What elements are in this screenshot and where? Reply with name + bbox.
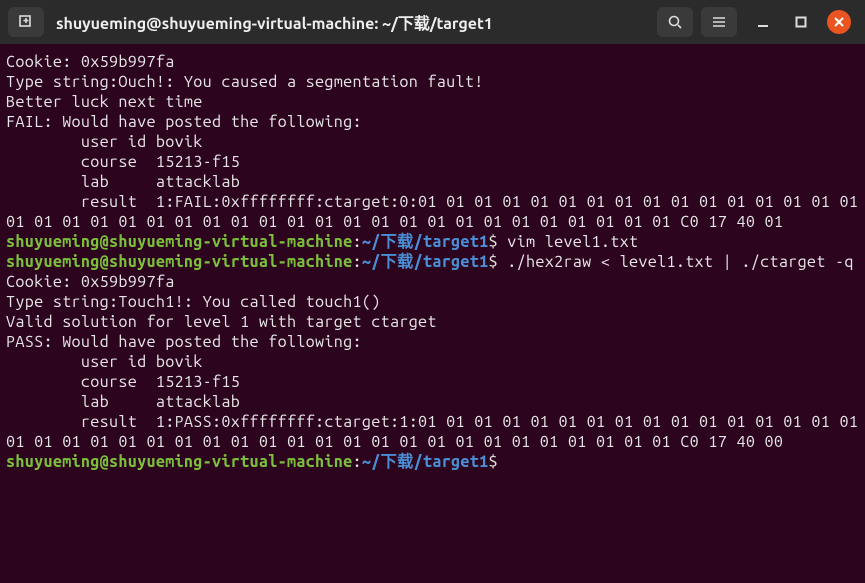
prompt-sep: : bbox=[353, 233, 362, 251]
output-line: lab attacklab bbox=[6, 393, 240, 411]
prompt-path: ~/下载/target1 bbox=[362, 453, 489, 471]
window-controls bbox=[745, 10, 857, 34]
command-text: ./hex2raw < level1.txt | ./ctarget -q bbox=[498, 253, 854, 271]
window-title: shuyueming@shuyueming-virtual-machine: ~… bbox=[52, 10, 649, 34]
search-button[interactable] bbox=[657, 7, 693, 37]
minimize-button[interactable] bbox=[751, 10, 775, 34]
prompt-sep: : bbox=[353, 453, 362, 471]
output-line: Type string:Touch1!: You called touch1() bbox=[6, 293, 381, 311]
prompt-path: ~/下载/target1 bbox=[362, 233, 489, 251]
maximize-icon bbox=[795, 16, 807, 28]
output-line: lab attacklab bbox=[6, 173, 240, 191]
output-line: Valid solution for level 1 with target c… bbox=[6, 313, 437, 331]
prompt-user: shuyueming@shuyueming-virtual-machine bbox=[6, 453, 353, 471]
output-line: result 1:PASS:0xffffffff:ctarget:1:01 01… bbox=[6, 413, 865, 451]
new-tab-icon bbox=[18, 14, 34, 30]
prompt-user: shuyueming@shuyueming-virtual-machine bbox=[6, 233, 353, 251]
prompt-path: ~/下载/target1 bbox=[362, 253, 489, 271]
output-line: course 15213-f15 bbox=[6, 153, 240, 171]
output-line: PASS: Would have posted the following: bbox=[6, 333, 362, 351]
hamburger-icon bbox=[711, 14, 727, 30]
titlebar: shuyueming@shuyueming-virtual-machine: ~… bbox=[0, 0, 865, 44]
search-icon bbox=[667, 14, 683, 30]
output-line: result 1:FAIL:0xffffffff:ctarget:0:01 01… bbox=[6, 193, 865, 231]
terminal-body[interactable]: Cookie: 0x59b997fa Type string:Ouch!: Yo… bbox=[0, 44, 865, 480]
new-tab-button[interactable] bbox=[8, 7, 44, 37]
prompt-sigil: $ bbox=[489, 233, 498, 251]
prompt-sigil: $ bbox=[489, 253, 498, 271]
close-button[interactable] bbox=[827, 10, 851, 34]
close-icon bbox=[833, 16, 845, 28]
command-text: vim level1.txt bbox=[498, 233, 638, 251]
prompt-user: shuyueming@shuyueming-virtual-machine bbox=[6, 253, 353, 271]
output-line: user id bovik bbox=[6, 353, 203, 371]
output-line: Cookie: 0x59b997fa bbox=[6, 273, 175, 291]
menu-button[interactable] bbox=[701, 7, 737, 37]
output-line: Cookie: 0x59b997fa bbox=[6, 53, 175, 71]
prompt-sep: : bbox=[353, 253, 362, 271]
minimize-icon bbox=[757, 16, 769, 28]
output-line: course 15213-f15 bbox=[6, 373, 240, 391]
output-line: user id bovik bbox=[6, 133, 203, 151]
output-line: Type string:Ouch!: You caused a segmenta… bbox=[6, 73, 484, 91]
output-line: FAIL: Would have posted the following: bbox=[6, 113, 362, 131]
output-line: Better luck next time bbox=[6, 93, 203, 111]
maximize-button[interactable] bbox=[789, 10, 813, 34]
prompt-sigil: $ bbox=[489, 453, 498, 471]
